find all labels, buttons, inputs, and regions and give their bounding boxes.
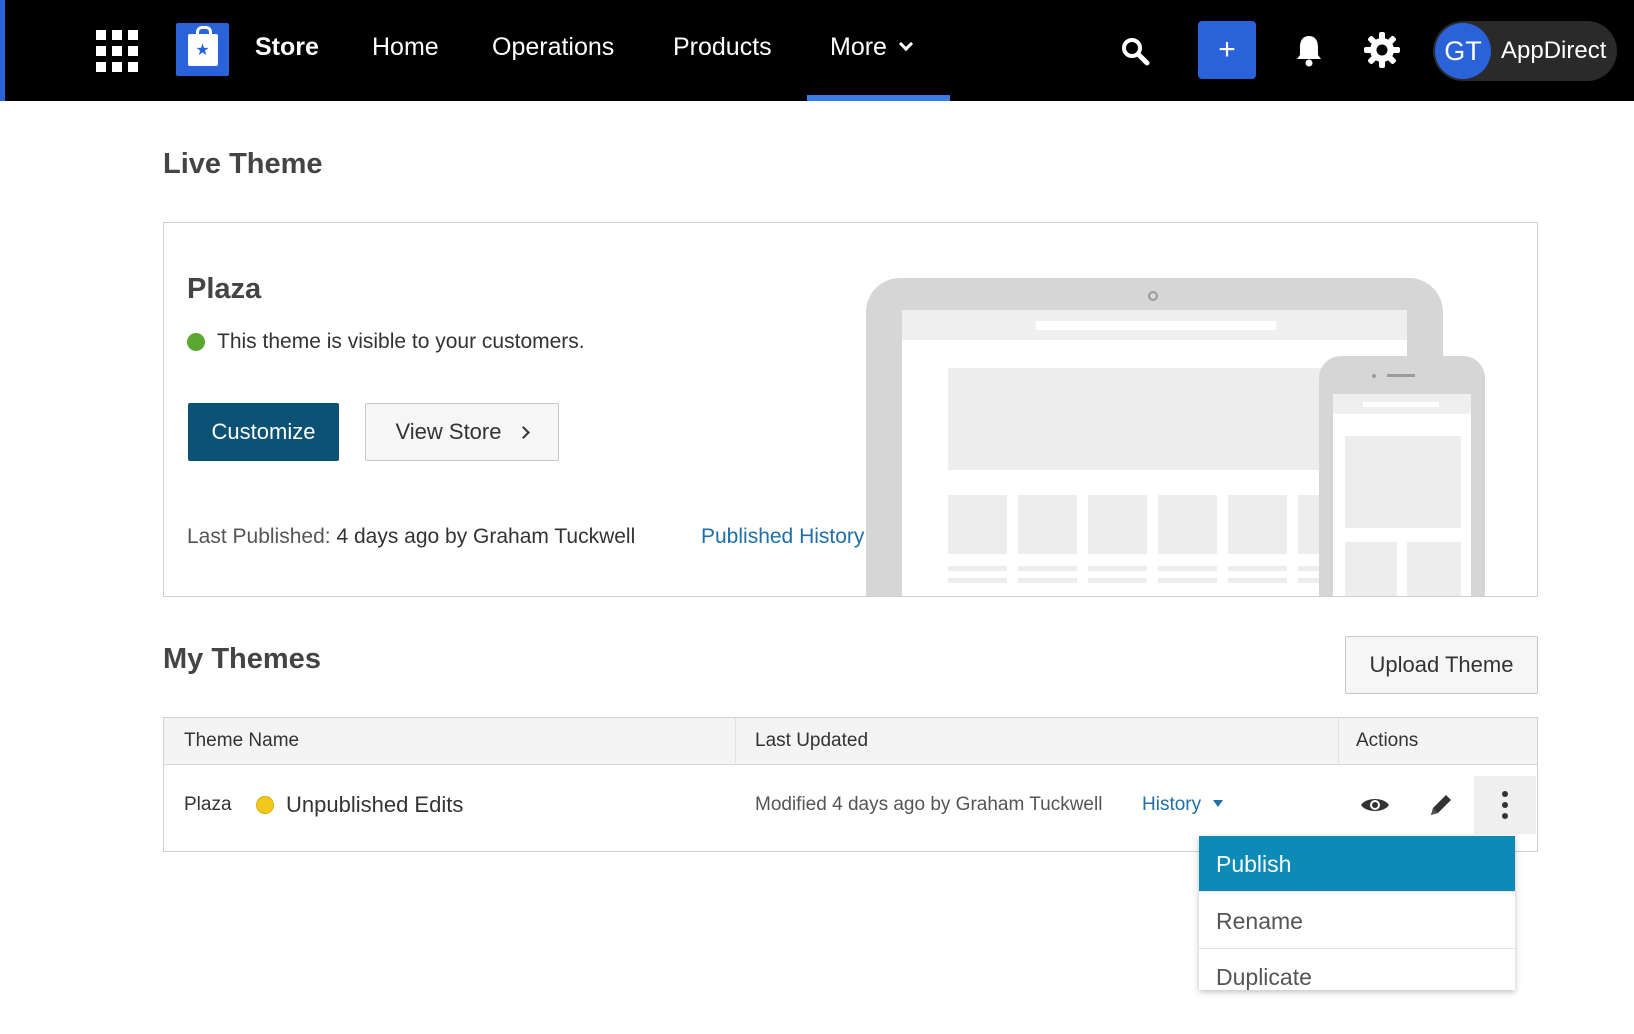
kebab-menu-icon[interactable]	[1474, 776, 1536, 834]
nav-active-indicator	[807, 95, 950, 101]
last-published-text: Last Published: 4 days ago by Graham Tuc…	[187, 525, 635, 549]
pencil-icon[interactable]	[1410, 776, 1472, 834]
account-name: AppDirect	[1501, 37, 1607, 64]
gear-icon[interactable]	[1361, 29, 1403, 71]
view-store-button[interactable]: View Store	[365, 403, 559, 461]
live-theme-status: This theme is visible to your customers.	[187, 330, 585, 354]
actions-dropdown-menu: Publish Rename Duplicate	[1199, 836, 1515, 990]
status-dot-yellow	[256, 796, 274, 814]
nav-brand-store[interactable]: Store	[255, 33, 319, 62]
create-button[interactable]: +	[1198, 21, 1256, 79]
column-header-actions: Actions	[1356, 730, 1419, 751]
nav-item-more[interactable]: More	[830, 33, 914, 62]
table-header: Theme Name Last Updated Actions	[164, 718, 1537, 765]
live-theme-name: Plaza	[187, 273, 262, 305]
status-dot-green	[187, 333, 205, 351]
theme-row-modified: Modified 4 days ago by Graham Tuckwell	[755, 794, 1103, 815]
chevron-right-icon	[517, 426, 531, 439]
theme-row-status-text: Unpublished Edits	[286, 792, 464, 817]
bell-icon[interactable]	[1291, 31, 1327, 69]
column-header-theme-name: Theme Name	[184, 730, 300, 751]
menu-item-publish[interactable]: Publish	[1199, 836, 1515, 892]
themes-table: Theme Name Last Updated Actions Plaza Un…	[163, 717, 1538, 852]
caret-down-icon	[1213, 800, 1224, 807]
apps-grid-icon[interactable]	[94, 28, 138, 72]
nav-item-products[interactable]: Products	[673, 33, 772, 62]
store-bag-icon[interactable]: ★	[176, 23, 229, 76]
published-history-link[interactable]: Published History	[701, 525, 864, 549]
phone-illustration	[1319, 356, 1485, 596]
menu-item-rename[interactable]: Rename	[1199, 893, 1515, 949]
menu-item-duplicate[interactable]: Duplicate	[1199, 949, 1515, 990]
nav-accent-strip	[0, 0, 5, 101]
last-published-value: 4 days ago by Graham Tuckwell	[336, 525, 636, 548]
live-theme-card: Plaza This theme is visible to your cust…	[163, 222, 1538, 597]
history-label: History	[1142, 794, 1202, 815]
nav-item-operations[interactable]: Operations	[492, 33, 614, 62]
chevron-down-icon	[898, 36, 914, 52]
customize-button[interactable]: Customize	[188, 403, 339, 461]
live-theme-status-text: This theme is visible to your customers.	[217, 330, 585, 353]
view-store-label: View Store	[395, 419, 502, 444]
theme-row-status: Unpublished Edits	[256, 792, 463, 818]
eye-icon[interactable]	[1344, 776, 1406, 834]
last-published-label: Last Published:	[187, 525, 331, 548]
live-theme-heading: Live Theme	[163, 148, 323, 180]
top-navigation-bar: ★ Store Home Operations Products More + …	[0, 0, 1634, 101]
avatar: GT	[1435, 23, 1491, 79]
nav-item-home[interactable]: Home	[372, 33, 439, 62]
user-menu[interactable]: GT AppDirect	[1433, 21, 1617, 81]
my-themes-heading: My Themes	[163, 643, 321, 675]
column-header-last-updated: Last Updated	[755, 730, 869, 751]
search-icon[interactable]	[1117, 33, 1153, 69]
theme-row-name: Plaza	[184, 794, 232, 815]
nav-item-more-label: More	[830, 33, 887, 61]
history-dropdown[interactable]: History	[1142, 794, 1224, 816]
upload-theme-button[interactable]: Upload Theme	[1345, 636, 1538, 694]
